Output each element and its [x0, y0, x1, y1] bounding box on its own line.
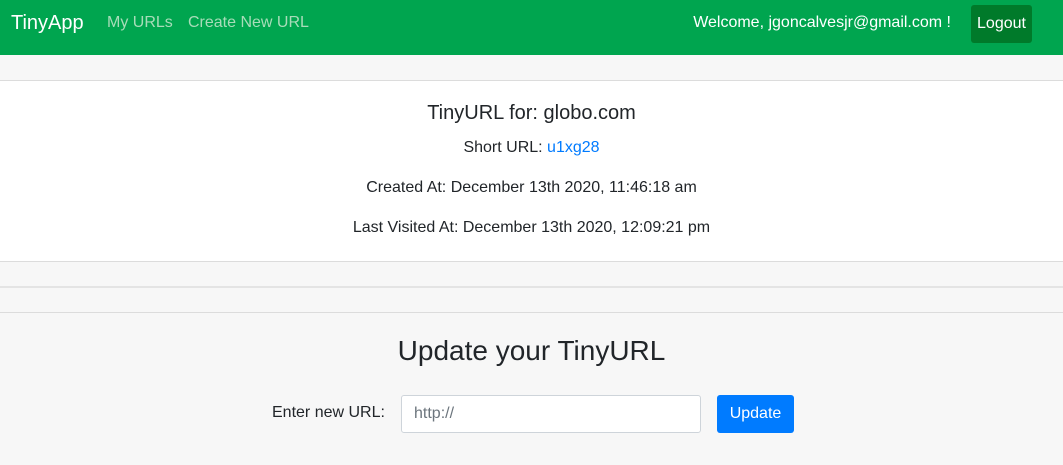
short-url-link[interactable]: u1xg28 [547, 139, 600, 156]
short-url-label: Short URL: [463, 139, 548, 156]
last-visited-at: Last Visited At: December 13th 2020, 12:… [352, 219, 711, 236]
new-url-input[interactable] [401, 395, 701, 433]
update-section: Update your TinyURL Enter new URL: Updat… [0, 312, 1063, 465]
update-button[interactable]: Update [717, 395, 794, 433]
update-title: Update your TinyURL [397, 335, 666, 366]
nav-link-my-urls[interactable]: My URLs [107, 14, 173, 32]
welcome-message: Welcome, jgoncalvesjr@gmail.com ! [693, 14, 951, 31]
details-title: TinyURL for: globo.com [427, 102, 636, 124]
navbar: TinyApp My URLs Create New URL Welcome, … [0, 0, 1063, 55]
logout-button[interactable]: Logout [971, 5, 1032, 43]
brand-logo[interactable]: TinyApp [11, 12, 84, 35]
nav-link-create-new-url[interactable]: Create New URL [188, 14, 309, 32]
section-divider [0, 286, 1063, 288]
short-url-line: Short URL: u1xg28 [0, 139, 1063, 157]
created-at: Created At: December 13th 2020, 11:46:18… [366, 179, 697, 196]
new-url-label: Enter new URL: [272, 404, 385, 421]
url-details-card: TinyURL for: globo.com Short URL: u1xg28… [0, 80, 1063, 262]
